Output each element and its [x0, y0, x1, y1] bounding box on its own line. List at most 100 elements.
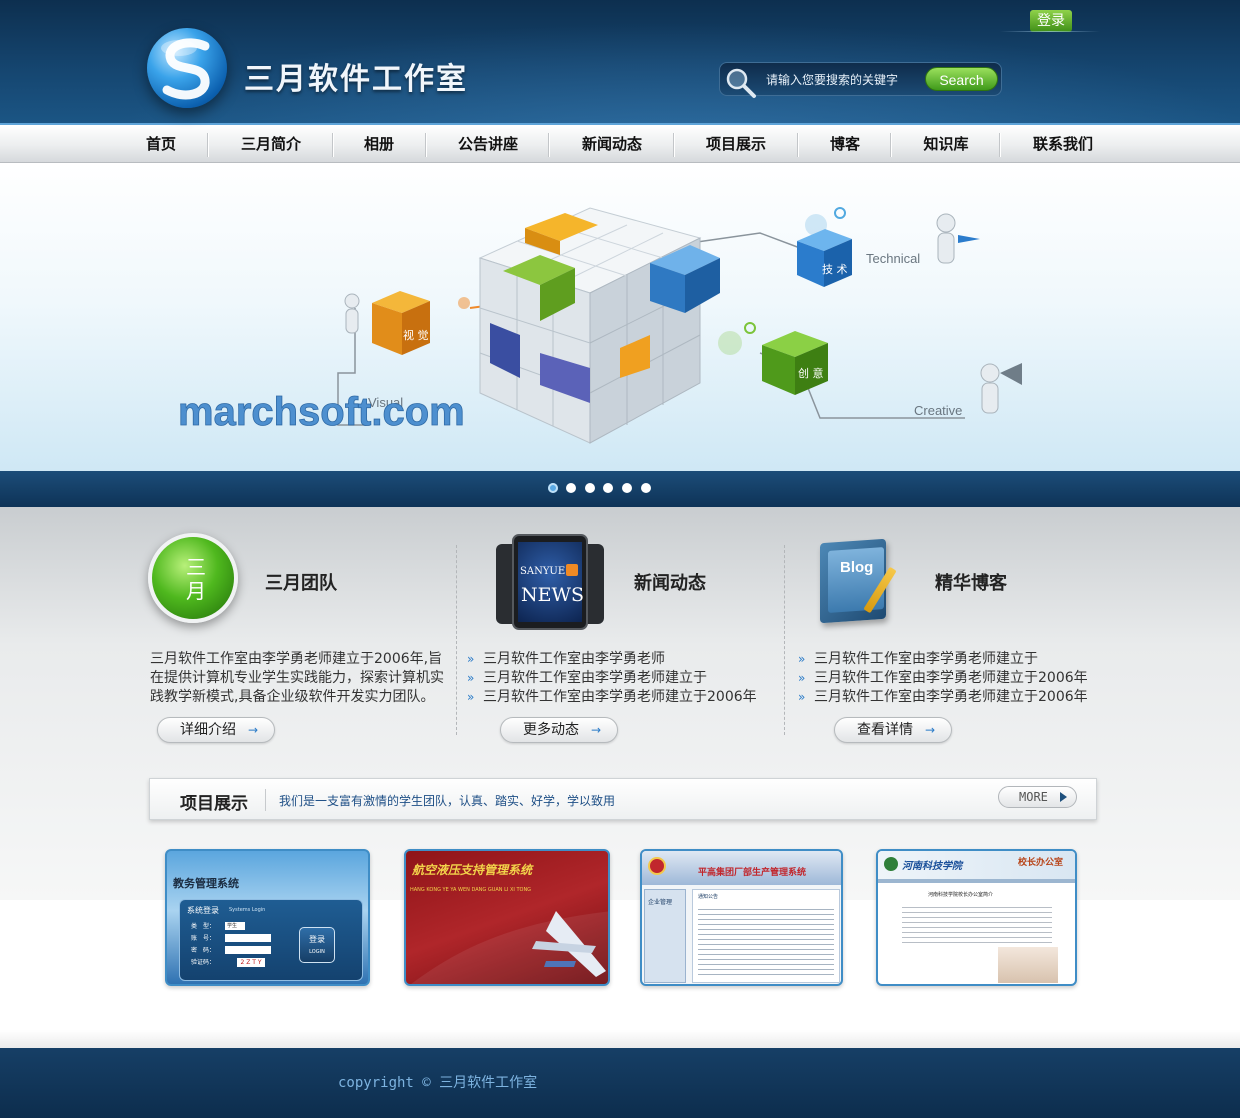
slider-bar — [0, 471, 1240, 507]
arrow-right-icon: → — [590, 723, 601, 737]
rss-icon — [566, 564, 578, 576]
team-description: 三月软件工作室由李学勇老师建立于2006年,旨在提供计算机专业学生实践能力，探索… — [150, 651, 444, 705]
thumb-field-label: 验证码： — [191, 959, 216, 966]
thumb-panel-sub: Systems Login — [229, 907, 266, 913]
play-arrow-icon — [1060, 792, 1067, 802]
thumb-heading: 河南科技学院校长办公室简介 — [928, 892, 994, 898]
thumb-login-label: 登录 — [309, 935, 325, 944]
news-list: 三月软件工作室由李学勇老师 三月软件工作室由李学勇老师建立于 三月软件工作室由李… — [467, 650, 757, 707]
search-button[interactable]: Search — [925, 67, 998, 91]
nav-divider — [548, 133, 549, 157]
blog-details-button[interactable]: 查看详情 → — [834, 717, 952, 743]
nav-divider — [890, 133, 891, 157]
nav-divider — [673, 133, 674, 157]
hero-banner[interactable]: 视 觉 技 术 创 意 Technical Visual Creative ma… — [0, 163, 1240, 471]
thumb-password-input — [225, 946, 271, 954]
thumb-account-input — [225, 934, 271, 942]
news-more-label: 更多动态 — [523, 722, 579, 738]
team-icon: 三月 — [148, 533, 238, 623]
copyright-name: 三月软件工作室 — [439, 1075, 538, 1091]
news-tablet-text: NEWS — [521, 584, 585, 606]
news-item[interactable]: 三月软件工作室由李学勇老师建立于2006年 — [467, 688, 757, 707]
copyright-prefix: copyright © — [338, 1075, 440, 1091]
arrow-right-icon: → — [924, 723, 935, 737]
slider-dot[interactable] — [622, 483, 632, 493]
project-thumb-aviation[interactable]: 航空液压支持管理系统 HANG KONG YE YA WEN DANG GUAN… — [404, 849, 610, 986]
nav-item-album[interactable]: 相册 — [346, 133, 412, 155]
blog-item[interactable]: 三月软件工作室由李学勇老师建立于2006年 — [798, 669, 1088, 688]
projects-more-button[interactable]: MORE — [998, 786, 1077, 808]
thumb-title: 教务管理系统 — [173, 877, 239, 890]
nav-item-knowledge[interactable]: 知识库 — [904, 133, 988, 155]
slider-dot[interactable] — [585, 483, 595, 493]
nav-item-lectures[interactable]: 公告讲座 — [440, 133, 536, 155]
thumb-panel-label: 系统登录 — [187, 906, 219, 915]
banner-cube-technical-text: 技 术 — [822, 263, 848, 276]
news-title: 新闻动态 — [634, 573, 706, 594]
nav-divider — [425, 133, 426, 157]
thumb-captcha: 2 Z T Y — [237, 958, 265, 967]
blog-item[interactable]: 三月软件工作室由李学勇老师建立于 — [798, 650, 1088, 669]
blog-list: 三月软件工作室由李学勇老师建立于 三月软件工作室由李学勇老师建立于2006年 三… — [798, 650, 1088, 707]
nav-divider — [332, 133, 333, 157]
blog-book-text: Blog — [840, 559, 874, 576]
projects-slogan: 我们是一支富有激情的学生团队，认真、踏实、好学，学以致用 — [279, 794, 616, 808]
thumb-title: 平高集团厂部生产管理系统 — [698, 868, 807, 878]
nav-item-contact[interactable]: 联系我们 — [1013, 133, 1113, 155]
thumb-right-title: 校长办公室 — [1018, 858, 1064, 868]
login-underline — [1000, 31, 1100, 32]
news-item[interactable]: 三月软件工作室由李学勇老师建立于 — [467, 669, 757, 688]
column-divider — [784, 545, 785, 735]
thumb-title: 河南科技学院 — [902, 861, 962, 872]
news-tablet-brand: SANYUE — [520, 566, 566, 577]
banner-technical-label: Technical — [866, 251, 920, 266]
slider-dot[interactable] — [641, 483, 651, 493]
thumb-field-label: 账 号： — [191, 935, 216, 942]
nav-divider — [797, 133, 798, 157]
nav-item-news[interactable]: 新闻动态 — [562, 133, 662, 155]
slider-dot[interactable] — [603, 483, 613, 493]
login-button[interactable]: 登录 — [1030, 10, 1072, 32]
project-thumb-factory[interactable]: 平高集团厂部生产管理系统 企业管理 通知公告 — [640, 849, 843, 986]
factory-logo-icon — [648, 857, 666, 875]
search-icon[interactable] — [724, 66, 758, 100]
banner-illustration: 视 觉 技 术 创 意 Technical Visual Creative ma… — [178, 207, 1022, 444]
column-divider — [456, 545, 457, 735]
thumb-login-label-en: LOGIN — [309, 949, 325, 955]
nav-item-projects[interactable]: 项目展示 — [686, 133, 786, 155]
main-nav: 首页 三月简介 相册 公告讲座 新闻动态 项目展示 博客 知识库 联系我们 — [0, 123, 1240, 163]
team-details-button[interactable]: 详细介绍 → — [157, 717, 275, 743]
blog-details-label: 查看详情 — [857, 722, 913, 738]
blog-book-icon: Blog — [816, 535, 900, 624]
university-logo-icon — [884, 857, 898, 871]
banner-creative-label: Creative — [914, 403, 962, 418]
nav-item-blog[interactable]: 博客 — [811, 133, 879, 155]
nav-divider — [999, 133, 1000, 157]
news-tablet-icon: SANYUE NEWS — [496, 534, 604, 630]
team-icon-text: 三月 — [186, 555, 206, 603]
footer-shadow — [0, 1030, 1240, 1048]
project-thumb-university[interactable]: 河南科技学院 校长办公室 河南科技学院校长办公室简介 — [876, 849, 1077, 986]
slider-dot[interactable] — [548, 483, 558, 493]
airplane-icon — [411, 911, 608, 984]
news-more-button[interactable]: 更多动态 → — [500, 717, 618, 743]
team-details-label: 详细介绍 — [180, 722, 236, 738]
banner-cube-creative-text: 创 意 — [798, 366, 824, 380]
nav-divider — [207, 133, 208, 157]
thumb-field-label: 类 型： — [191, 923, 216, 930]
logo-icon[interactable] — [147, 28, 227, 108]
projects-title: 项目展示 — [180, 794, 248, 814]
nav-item-home[interactable]: 首页 — [128, 133, 194, 155]
search-input[interactable] — [766, 70, 921, 90]
project-thumb-academic[interactable]: 教务管理系统 系统登录 Systems Login 类 型： 账 号： 密 码：… — [165, 849, 370, 986]
slider-dot[interactable] — [566, 483, 576, 493]
copyright-text: copyright © 三月软件工作室 — [338, 1072, 537, 1092]
projects-more-label: MORE — [1019, 790, 1048, 804]
site-title: 三月软件工作室 — [244, 62, 468, 97]
building-image — [998, 947, 1058, 983]
nav-item-about[interactable]: 三月简介 — [222, 133, 320, 155]
thumb-notice-label: 通知公告 — [698, 894, 719, 900]
news-item[interactable]: 三月软件工作室由李学勇老师 — [467, 650, 757, 669]
blog-item[interactable]: 三月软件工作室由李学勇老师建立于2006年 — [798, 688, 1088, 707]
blog-title: 精华博客 — [935, 573, 1007, 594]
